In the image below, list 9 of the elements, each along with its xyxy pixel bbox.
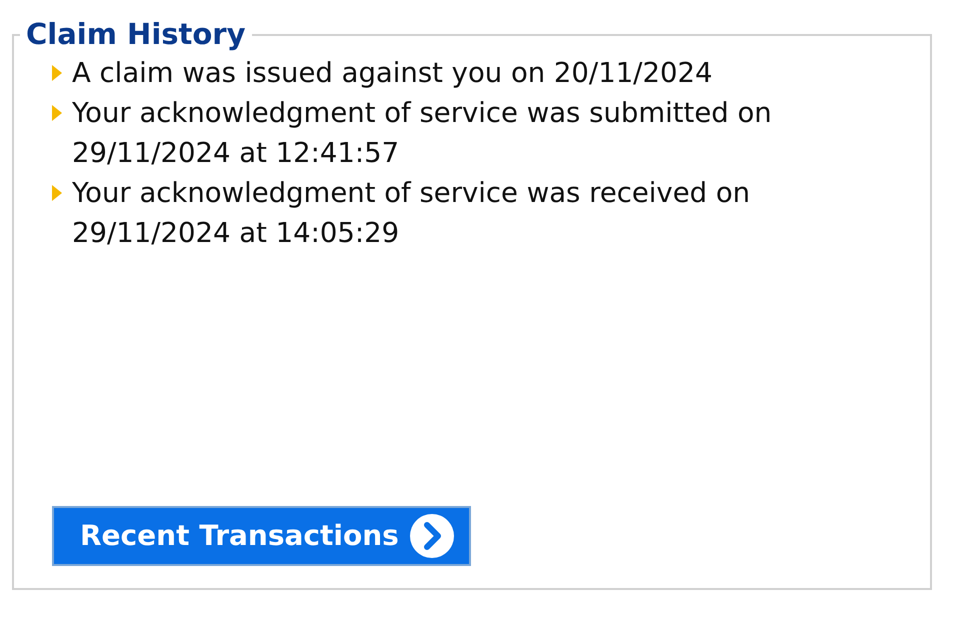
history-entry: Your acknowledgment of service was submitted on 29/11/2024 at 12:41:57 (72, 96, 773, 171)
history-entry: Your acknowledgment of service was received on 29/11/2024 at 14:05:29 (72, 176, 752, 251)
bullet-icon (52, 65, 62, 81)
recent-transactions-button[interactable]: Recent Transactions (52, 506, 471, 566)
section-title: Claim History (25, 20, 247, 49)
chevron-right-icon (408, 513, 455, 559)
bullet-icon (52, 185, 62, 201)
history-entry: A claim was issued against you on 20/11/2024 (72, 56, 712, 91)
bullet-icon (52, 105, 62, 121)
